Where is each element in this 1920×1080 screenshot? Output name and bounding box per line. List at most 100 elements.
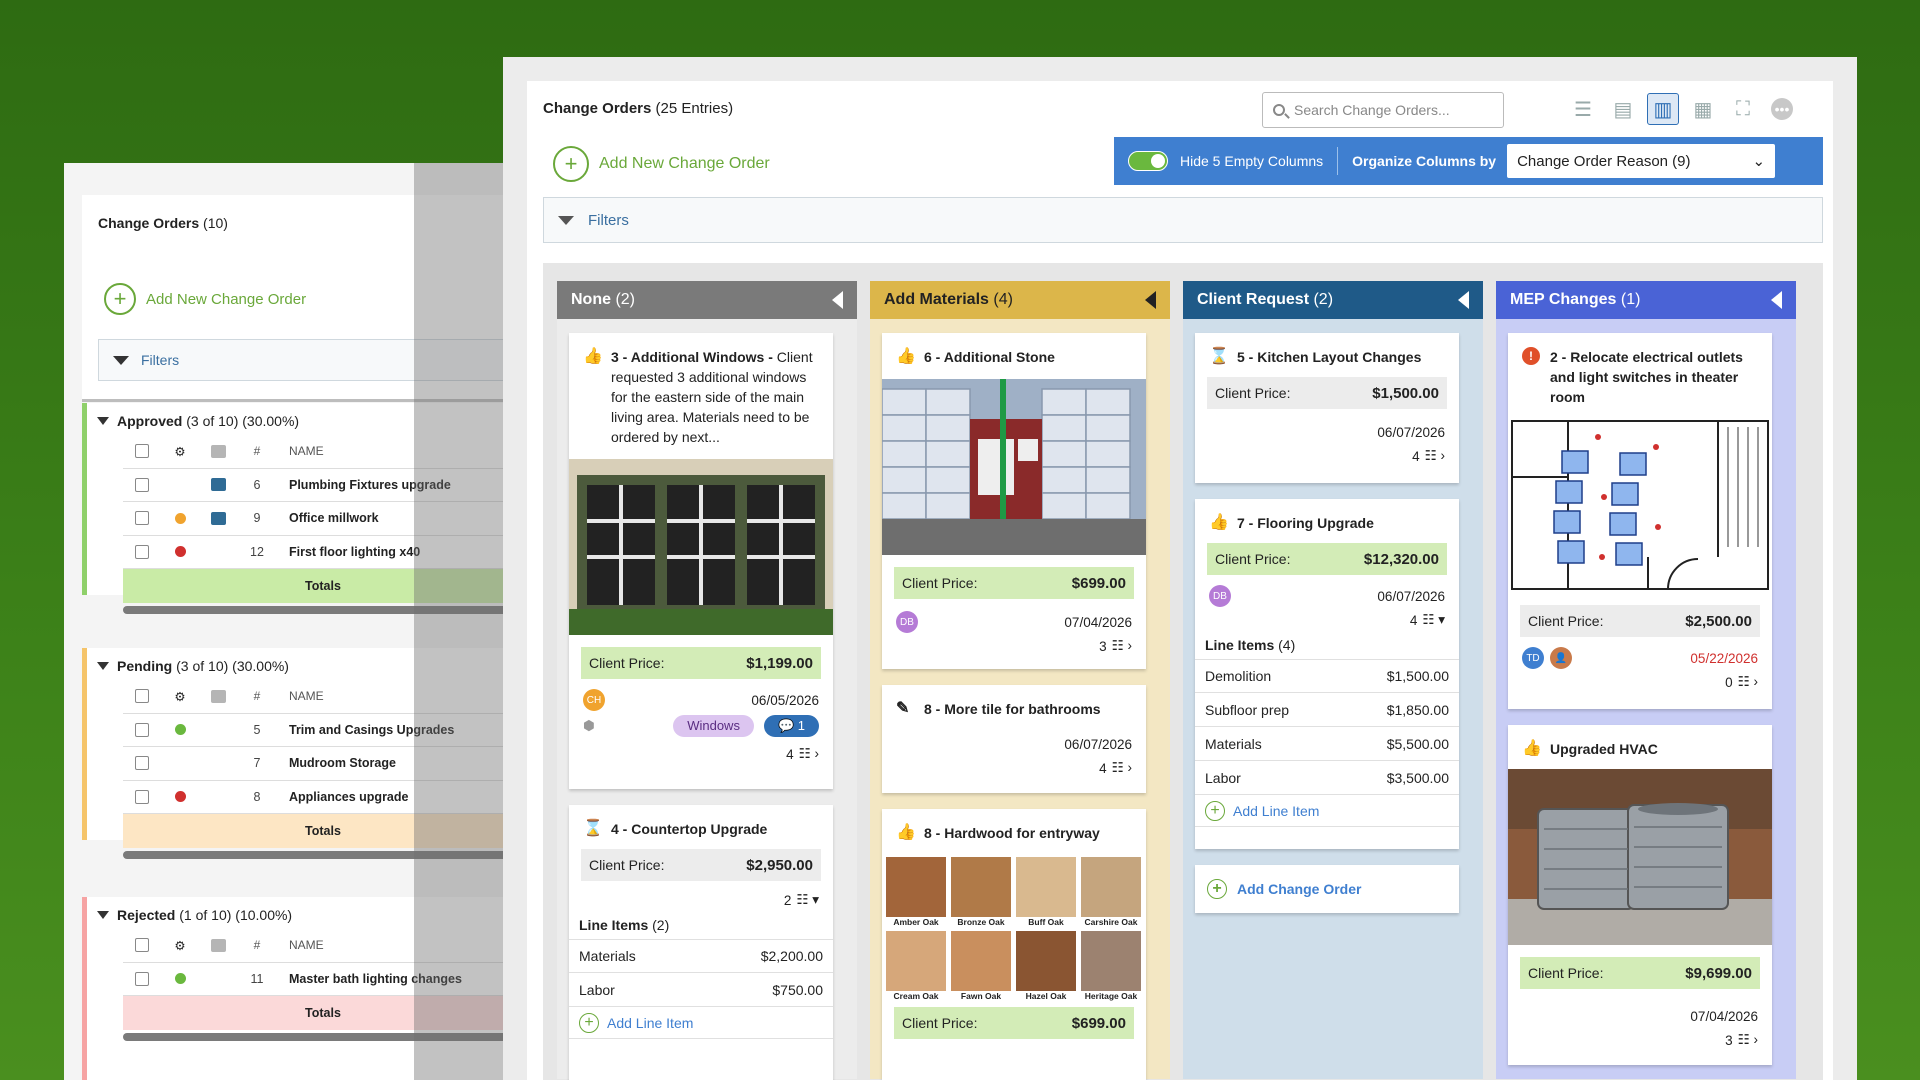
hourglass-icon: ⌛ xyxy=(583,820,603,837)
grouped-list-view-icon[interactable]: ▤ xyxy=(1607,93,1639,125)
select-value: Change Order Reason (9) xyxy=(1517,152,1691,170)
card-hardwood-entryway[interactable]: 👍 8 - Hardwood for entryway Amber Oak Bro… xyxy=(882,809,1146,1080)
column-header[interactable]: MEP Changes (1) xyxy=(1496,281,1796,319)
comment-icon[interactable] xyxy=(210,478,226,492)
card-date: 07/04/2026 xyxy=(1690,1008,1758,1024)
comments-badge[interactable]: 💬 1 xyxy=(763,715,819,737)
collapse-icon[interactable] xyxy=(832,291,843,309)
add-change-order-button[interactable]: + Add Change Order xyxy=(1195,865,1459,913)
swatch[interactable]: Amber Oak xyxy=(886,857,946,927)
tag-badge[interactable]: Windows xyxy=(673,715,754,737)
fullscreen-icon[interactable]: ⛶ xyxy=(1727,93,1759,125)
row-checkbox[interactable] xyxy=(135,722,149,737)
card-flooring-upgrade[interactable]: 👍 7 - Flooring Upgrade Client Price: $12,3… xyxy=(1195,499,1459,849)
hide-empty-columns-toggle[interactable] xyxy=(1128,151,1168,171)
plus-icon: + xyxy=(1207,879,1227,899)
swatch[interactable]: Fawn Oak xyxy=(951,931,1011,1001)
divider xyxy=(1337,147,1339,175)
card-kitchen-layout[interactable]: ⌛ 5 - Kitchen Layout Changes Client Price… xyxy=(1195,333,1459,483)
line-item-count: 2 xyxy=(783,892,792,908)
caret-down-icon xyxy=(558,215,574,225)
column-header[interactable]: None (2) xyxy=(557,281,857,319)
card-upgraded-hvac[interactable]: 👍 Upgraded HVAC Client Price: $9,699.00 07… xyxy=(1508,725,1772,1065)
card-additional-windows[interactable]: 👍 3 - Additional Windows - Client request… xyxy=(569,333,833,789)
collapse-icon[interactable] xyxy=(1458,291,1469,309)
status-icon: ⚙ xyxy=(174,689,186,704)
column-header[interactable]: Add Materials (4) xyxy=(870,281,1170,319)
collapse-icon[interactable] xyxy=(1145,291,1156,309)
card-countertop-upgrade[interactable]: ⌛ 4 - Countertop Upgrade Client Price: $2,… xyxy=(569,805,833,1080)
row-number: 6 xyxy=(253,477,261,492)
list-icon[interactable]: ☷ › xyxy=(799,746,819,762)
grid-view-icon[interactable]: ▦ xyxy=(1687,93,1719,125)
group-title[interactable]: Pending (3 of 10) (30.00%) xyxy=(97,658,289,674)
select-all-checkbox[interactable] xyxy=(135,689,149,704)
collapse-icon[interactable] xyxy=(1771,291,1782,309)
swatch[interactable]: Cream Oak xyxy=(886,931,946,1001)
group-title[interactable]: Approved (3 of 10) (30.00%) xyxy=(97,413,299,429)
status-dot xyxy=(174,512,186,524)
card-date: 06/05/2026 xyxy=(751,692,819,708)
thumbs-up-icon: 👍 xyxy=(1522,740,1542,757)
list-icon[interactable]: ☷ › xyxy=(1112,760,1132,776)
swatch[interactable]: Bronze Oak xyxy=(951,857,1011,927)
organize-label: Organize Columns by xyxy=(1352,153,1497,169)
status-icon: ⚙ xyxy=(174,938,186,953)
avatar[interactable]: DB xyxy=(1209,585,1231,607)
hvac-photo xyxy=(1508,769,1772,945)
swatch[interactable]: Carshire Oak xyxy=(1081,857,1141,927)
filters-toggle[interactable]: Filters xyxy=(543,197,1823,243)
thumbs-up-icon: 👍 xyxy=(1209,514,1229,531)
swatch[interactable]: Hazel Oak xyxy=(1016,931,1076,1001)
card-relocate-electrical[interactable]: ! 2 - Relocate electrical outlets and lig… xyxy=(1508,333,1772,709)
line-item-count: 3 xyxy=(1099,638,1107,654)
search-input[interactable]: Search Change Orders... xyxy=(1262,92,1504,128)
swatch[interactable]: Heritage Oak xyxy=(1081,931,1141,1001)
comment-icon xyxy=(210,938,226,952)
list-icon[interactable]: ☷ ▾ xyxy=(1422,612,1445,628)
list-icon[interactable]: ☷ › xyxy=(1425,448,1445,464)
row-checkbox[interactable] xyxy=(135,544,149,559)
plus-icon: + xyxy=(579,1012,599,1033)
list-view-icon[interactable]: ☰ xyxy=(1567,93,1599,125)
board-view-icon[interactable]: ▥ xyxy=(1647,93,1679,125)
avatar[interactable]: DB xyxy=(896,611,918,633)
avatar[interactable]: TD xyxy=(1522,647,1544,669)
status-icon: ⚙ xyxy=(174,444,186,459)
swatch[interactable]: Buff Oak xyxy=(1016,857,1076,927)
row-checkbox[interactable] xyxy=(135,789,149,804)
card-more-tile[interactable]: ✎ 8 - More tile for bathrooms 06/07/2026 … xyxy=(882,685,1146,793)
line-item-count: 3 xyxy=(1725,1032,1733,1048)
line-item: Demolition $1,500.00 xyxy=(1195,659,1459,693)
group-title[interactable]: Rejected (1 of 10) (10.00%) xyxy=(97,907,292,923)
add-new-change-order-button[interactable]: + Add New Change Order xyxy=(553,146,770,182)
select-all-checkbox[interactable] xyxy=(135,938,149,953)
row-checkbox[interactable] xyxy=(135,511,149,526)
more-options-icon[interactable]: ••• xyxy=(1771,98,1793,120)
comment-icon xyxy=(210,444,226,458)
column-none: None (2) 👍 3 - Additional Windows - Clien… xyxy=(557,281,857,1080)
back-add-change-order-button[interactable]: + Add New Change Order xyxy=(104,283,306,315)
column-header[interactable]: Client Request (2) xyxy=(1183,281,1483,319)
list-icon[interactable]: ☷ › xyxy=(1112,638,1132,654)
list-icon[interactable]: ☷ › xyxy=(1738,1032,1758,1048)
avatar[interactable]: CH xyxy=(583,689,605,711)
select-all-checkbox[interactable] xyxy=(135,444,149,459)
add-line-item-button[interactable]: + Add Line Item xyxy=(1195,795,1459,827)
row-checkbox[interactable] xyxy=(135,477,149,492)
card-additional-stone[interactable]: 👍 6 - Additional Stone Client Price: $69… xyxy=(882,333,1146,669)
list-icon[interactable]: ☷ ▾ xyxy=(796,892,819,908)
user-avatar-photo[interactable]: 👤 xyxy=(1550,647,1572,669)
client-price: Client Price: $9,699.00 xyxy=(1520,957,1760,989)
main-panel: Change Orders (25 Entries) Search Change… xyxy=(527,81,1833,1080)
add-label: Add New Change Order xyxy=(599,155,770,172)
card-title: 4 - Countertop Upgrade xyxy=(611,821,768,837)
list-icon[interactable]: ☷ › xyxy=(1738,674,1758,690)
card-date: 06/07/2026 xyxy=(1377,424,1445,440)
add-line-item-button[interactable]: + Add Line Item xyxy=(569,1007,833,1039)
comment-icon[interactable] xyxy=(210,511,226,525)
row-checkbox[interactable] xyxy=(135,756,149,771)
page-title: Change Orders (25 Entries) xyxy=(543,100,734,117)
row-checkbox[interactable] xyxy=(135,971,149,986)
organize-columns-select[interactable]: Change Order Reason (9) ⌄ xyxy=(1507,144,1776,178)
